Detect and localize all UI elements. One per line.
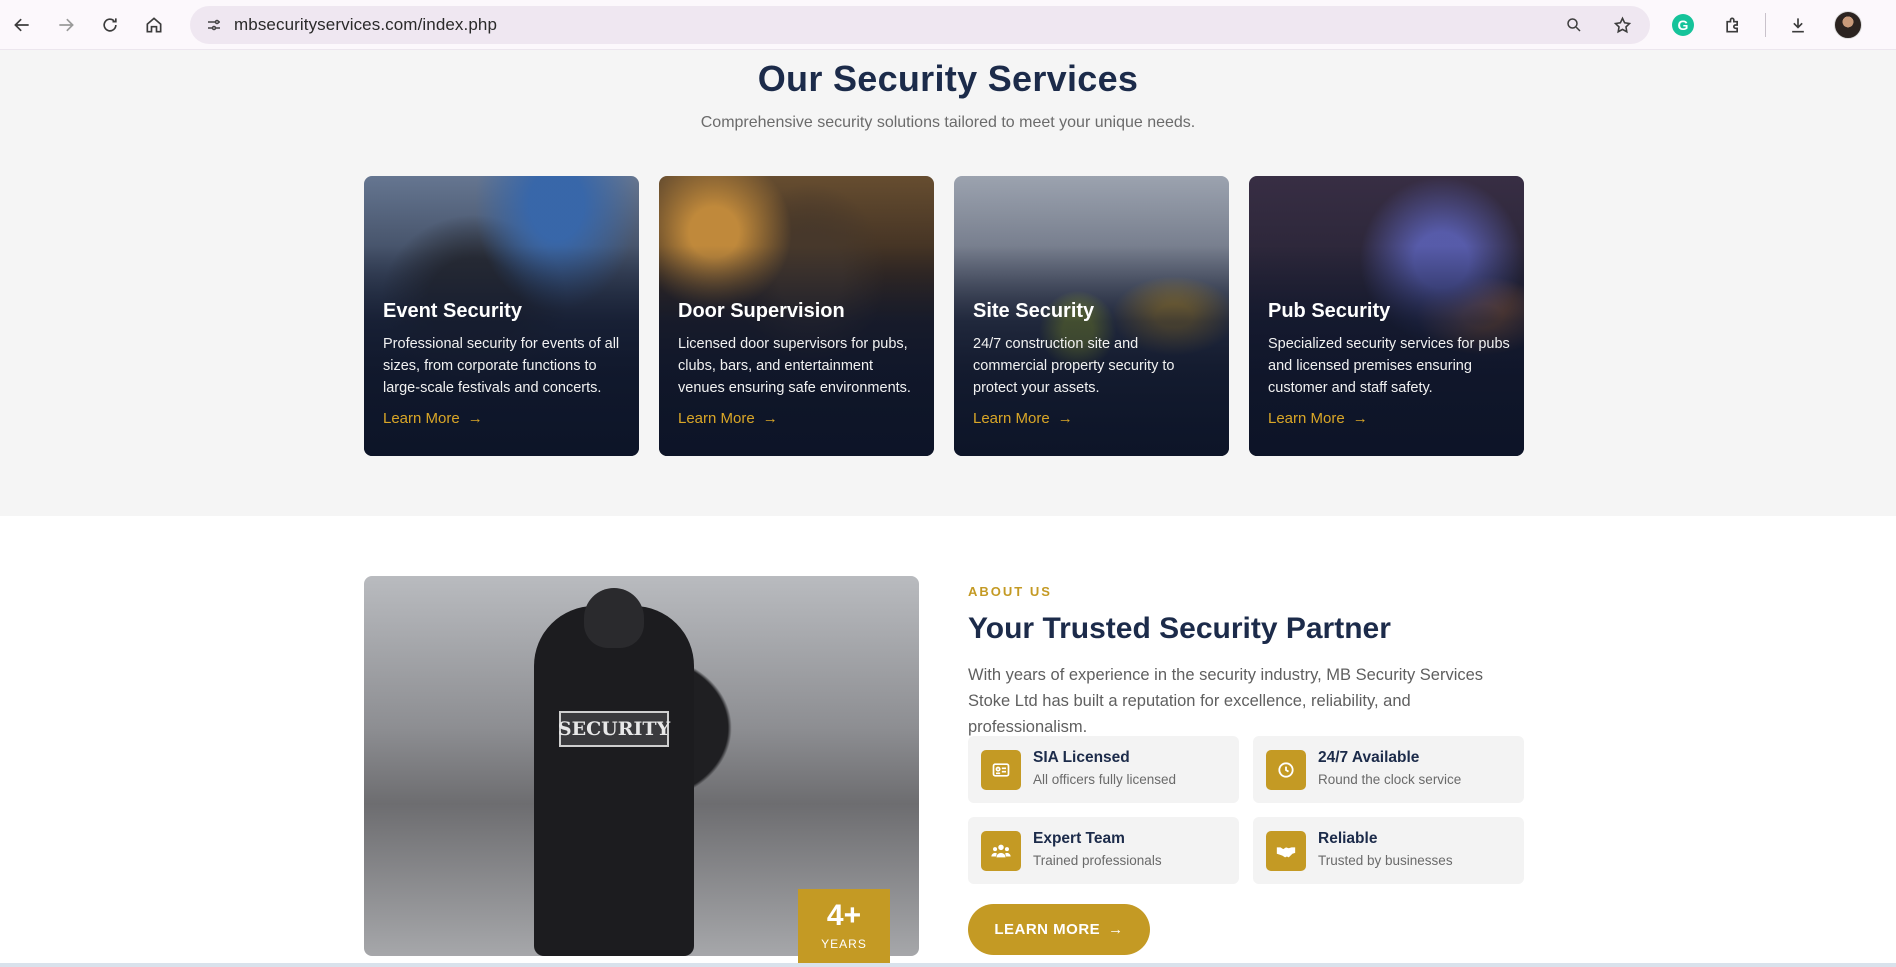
profile-avatar[interactable] [1830,7,1866,43]
toolbar-divider [1765,13,1766,37]
feature-subtitle: Round the clock service [1318,772,1462,787]
feature-24-7-available: 24/7 Available Round the clock service [1253,736,1524,803]
feature-subtitle: Trained professionals [1033,853,1162,868]
about-description: With years of experience in the security… [968,666,1484,736]
arrow-right-icon: → [1057,410,1073,427]
url-text[interactable]: mbsecurityservices.com/index.php [234,15,497,35]
card-text: 24/7 construction site and commercial pr… [973,336,1175,396]
feature-subtitle: All officers fully licensed [1033,772,1177,787]
learn-more-link[interactable]: Learn More → [383,410,483,427]
learn-more-link[interactable]: Learn More → [678,410,778,427]
forward-arrow-icon [59,18,74,31]
feature-title: Expert Team [1033,830,1125,847]
service-card-site-security[interactable]: Site Security 24/7 construction site and… [954,176,1229,456]
about-section: SECURITY 4+ YEARS ABOUT US Your Trusted … [0,516,1896,967]
feature-reliable: Reliable Trusted by businesses [1253,817,1524,884]
clock-icon [1266,750,1306,790]
learn-more-link[interactable]: Learn More → [973,410,1073,427]
learn-more-button[interactable]: LEARN MORE → [968,904,1150,955]
card-text: Licensed door supervisors for pubs, club… [678,336,911,396]
avatar [1834,11,1862,39]
site-info-icon[interactable] [200,11,228,39]
years-number: 4+ [826,899,862,932]
browser-toolbar: mbsecurityservices.com/index.php G [0,0,1896,50]
card-text: Specialized security services for pubs a… [1268,336,1510,396]
card-title: Event Security [383,300,522,322]
feature-title: Reliable [1318,830,1378,847]
home-button[interactable] [136,7,172,43]
service-card-pub-security[interactable]: Pub Security Specialized security servic… [1249,176,1524,456]
services-section: Our Security Services Comprehensive secu… [0,50,1896,516]
security-back-patch: SECURITY [558,711,670,747]
reload-icon [103,17,117,32]
back-button[interactable] [4,7,40,43]
grammarly-extension-icon[interactable]: G [1665,7,1701,43]
arrow-right-icon: → [762,410,778,427]
card-text: Professional security for events of all … [383,336,620,396]
guard-head [584,588,644,648]
service-card-door-supervision[interactable]: Door Supervision Licensed door superviso… [659,176,934,456]
feature-title: SIA Licensed [1033,749,1130,766]
years-label: YEARS [821,937,867,951]
reload-button[interactable] [92,7,128,43]
guard-silhouette [534,606,694,956]
id-card-icon [981,750,1021,790]
back-arrow-icon [14,18,29,31]
arrow-right-icon: → [1108,921,1124,938]
arrow-right-icon: → [1352,410,1368,427]
about-title: Your Trusted Security Partner [968,612,1391,645]
feature-expert-team: Expert Team Trained professionals [968,817,1239,884]
feature-sia-licensed: SIA Licensed All officers fully licensed [968,736,1239,803]
card-title: Pub Security [1268,300,1391,322]
address-bar[interactable]: mbsecurityservices.com/index.php [190,6,1650,44]
service-card-event-security[interactable]: Event Security Professional security for… [364,176,639,456]
bookmark-star-icon[interactable] [1608,11,1636,39]
arrow-right-icon: → [467,410,483,427]
about-eyebrow: ABOUT US [968,584,1052,599]
home-icon [146,16,162,32]
services-subtitle: Comprehensive security solutions tailore… [700,114,1196,131]
downloads-icon[interactable] [1780,7,1816,43]
feature-title: 24/7 Available [1318,749,1420,766]
forward-button[interactable] [48,7,84,43]
learn-more-link[interactable]: Learn More → [1268,410,1368,427]
handshake-icon [1266,831,1306,871]
team-icon [981,831,1021,871]
feature-subtitle: Trusted by businesses [1318,853,1453,868]
years-badge: 4+ YEARS [798,889,890,967]
card-title: Site Security [973,300,1095,322]
extensions-puzzle-icon[interactable] [1715,7,1751,43]
card-title: Door Supervision [678,300,845,322]
page-bottom-edge [0,963,1896,967]
zoom-icon[interactable] [1560,11,1588,39]
services-title: Our Security Services [757,58,1139,99]
